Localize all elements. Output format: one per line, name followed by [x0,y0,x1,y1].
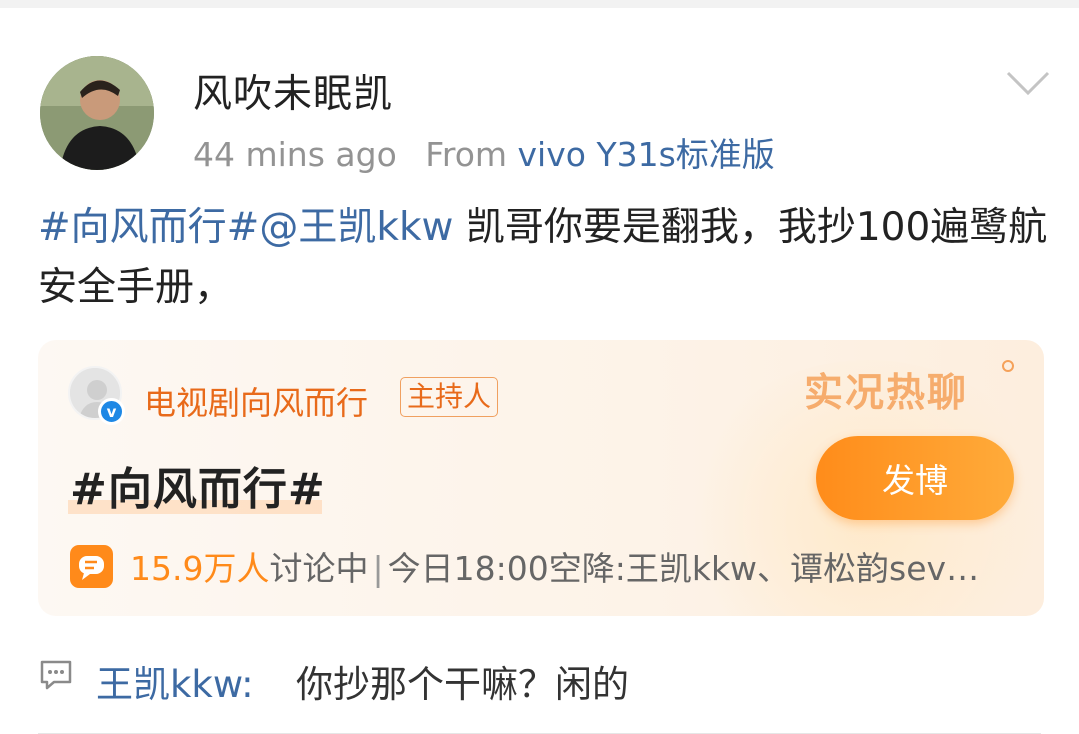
topic-stats: 15.9万人讨论中 | 今日18:00空降:王凯kkw、谭松韵sev… [130,542,979,590]
host-name[interactable]: 电视剧向风而行 [144,378,368,424]
topic-title[interactable]: #向风而行# [70,453,326,517]
discussion-count: 15.9万人 [130,549,270,588]
comment-user[interactable]: 王凯kkw: [96,654,254,708]
comment-user-name: 王凯kkw [96,663,242,706]
topic-card[interactable]: v 电视剧向风而行 主持人 实况热聊 #向风而行# 发博 15.9万人讨论中 | 今… [38,340,1044,616]
post-body: #向风而行#@王凯kkw 凯哥你要是翻我，我抄100遍鹭航安全手册， [38,198,1048,318]
author-avatar[interactable] [40,56,154,170]
discussing-label: 讨论中 [269,549,369,588]
chat-bubble-icon [70,545,113,588]
verified-icon: v [98,398,125,425]
post-button[interactable]: 发博 [816,436,1014,520]
live-chat-label: 实况热聊 [804,371,969,416]
comment-icon [38,658,74,692]
topic-mention-link[interactable]: #向风而行#@王凯kkw [38,205,453,250]
chevron-down-icon[interactable] [1005,68,1051,98]
post-header: 风吹未眠凯 44 mins ago From vivo Y31s标准版 [0,8,1079,183]
post-time: 44 mins ago [193,135,397,174]
author-name[interactable]: 风吹未眠凯 [193,63,393,119]
live-dot-icon [1002,360,1014,372]
from-label: From [425,135,508,174]
post-meta: 44 mins ago From vivo Y31s标准版 [193,128,775,176]
source-device[interactable]: vivo Y31s标准版 [518,135,775,174]
comment-text: 你抄那个干嘛？闲的 [296,663,629,706]
stats-separator: | [372,549,384,588]
host-badge: 主持人 [400,377,499,417]
comment-row[interactable]: 王凯kkw: 你抄那个干嘛？闲的 [38,648,1038,708]
schedule-text: 今日18:00空降:王凯kkw、谭松韵sev… [387,549,980,588]
top-divider [0,0,1079,8]
